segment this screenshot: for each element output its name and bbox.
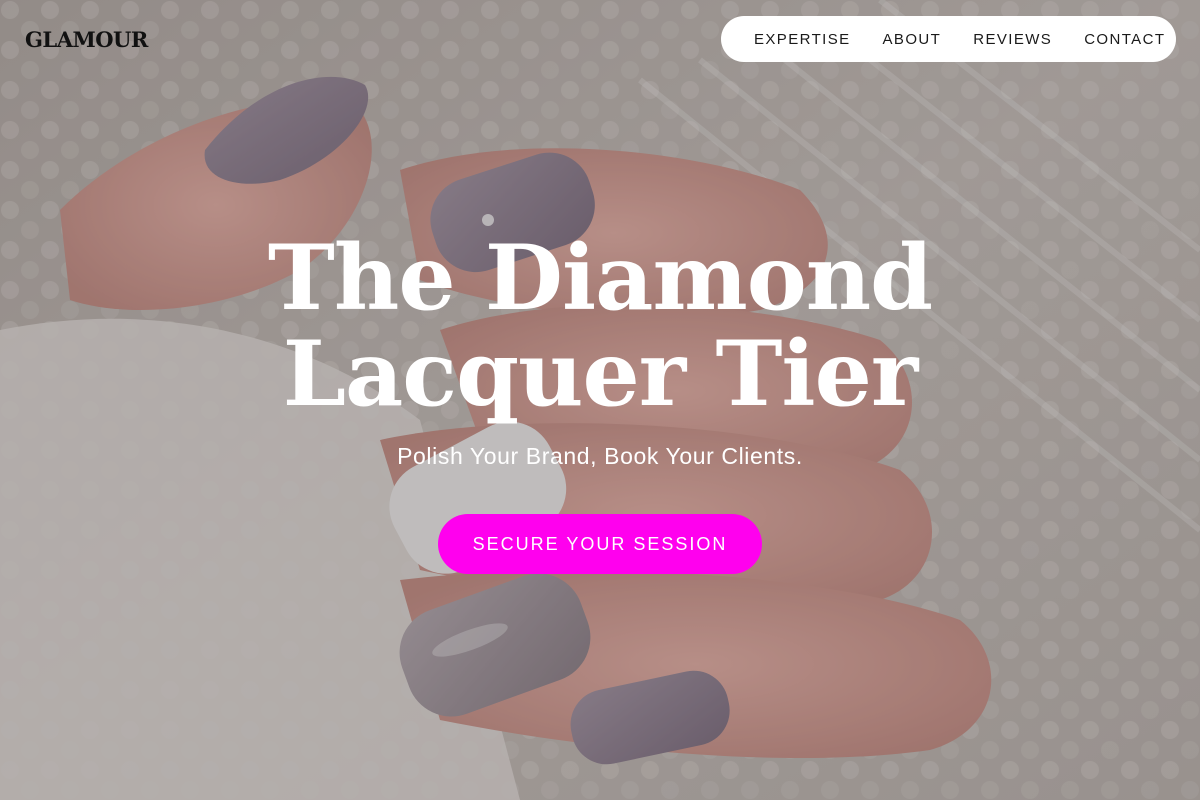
nav-item-reviews[interactable]: REVIEWS (973, 31, 1052, 48)
hero-headline-line-2: Lacquer Tier (282, 321, 919, 427)
secure-session-button[interactable]: SECURE YOUR SESSION (438, 514, 762, 574)
hero-headline: The Diamond Lacquer Tier (0, 230, 1200, 422)
hero-section: GLAMOUR EXPERTISE ABOUT REVIEWS CONTACT … (0, 0, 1200, 800)
top-navigation: EXPERTISE ABOUT REVIEWS CONTACT (721, 16, 1176, 62)
cta-button-label: SECURE YOUR SESSION (472, 533, 728, 554)
nav-item-expertise[interactable]: EXPERTISE (754, 31, 851, 48)
hero-headline-line-1: The Diamond (267, 225, 933, 331)
nav-item-contact[interactable]: CONTACT (1084, 31, 1165, 48)
brand-logo[interactable]: GLAMOUR (25, 27, 148, 52)
nav-item-about[interactable]: ABOUT (883, 31, 942, 48)
hero-subheadline: Polish Your Brand, Book Your Clients. (397, 443, 803, 469)
